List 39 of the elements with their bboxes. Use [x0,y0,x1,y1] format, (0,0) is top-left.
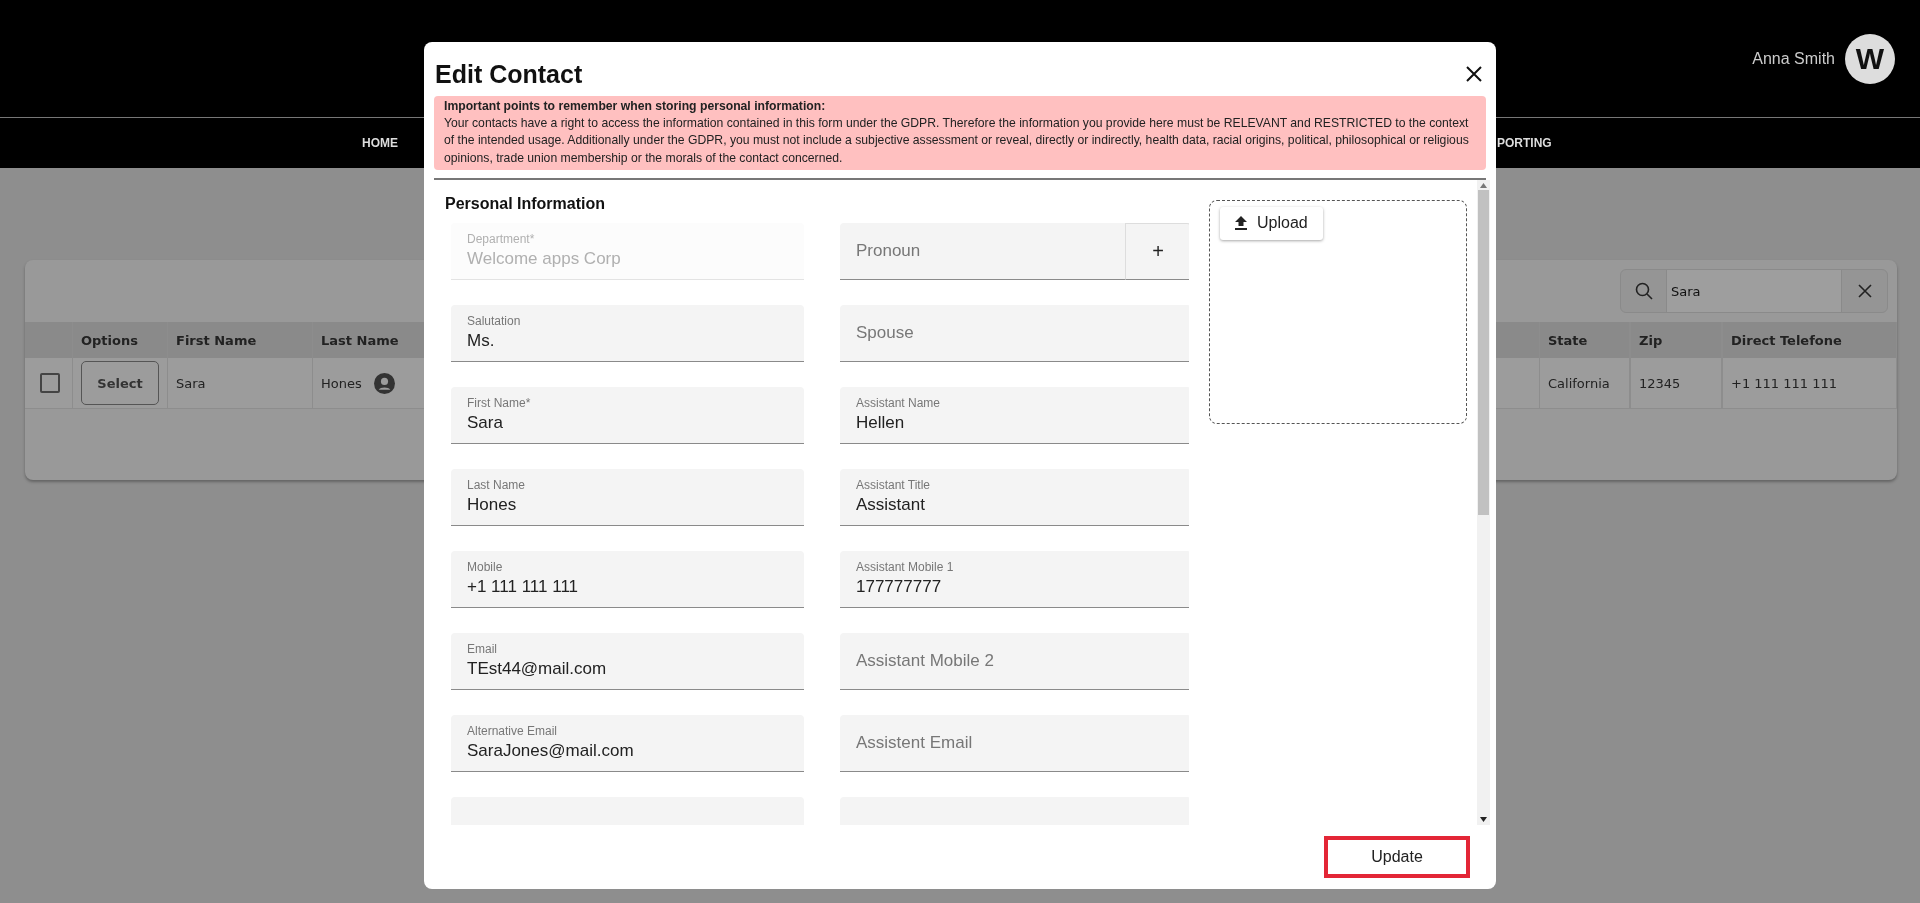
upload-dropzone[interactable]: Upload [1209,199,1467,424]
update-button[interactable]: Update [1324,836,1470,878]
select-button[interactable]: Select [81,361,159,405]
search-icon[interactable] [1634,282,1653,300]
nav-link[interactable]: PORTING [1497,136,1552,150]
input-field[interactable]: Assistant Title Assistant [840,468,1189,526]
add-button[interactable]: + [1125,222,1189,280]
upload-icon [1235,216,1247,231]
search-field[interactable]: Sara [1620,269,1888,313]
table-cell: California [1539,358,1630,408]
input-field[interactable]: Assistant Mobile 1 177777777 [840,550,1189,608]
input-field[interactable]: Spouse [840,304,1189,362]
table-cell: Hones [321,375,362,391]
table-cell: +1 111 111 111 [1722,358,1897,408]
input-field[interactable]: Last Name Hones [451,468,804,526]
arrow-down-icon[interactable] [1480,817,1487,822]
close-icon[interactable] [1466,66,1482,82]
row-checkbox[interactable] [40,373,60,393]
user-name: Anna Smith [1752,49,1835,68]
dialog-title: Edit Contact [435,59,583,89]
upload-button[interactable]: Upload [1220,206,1323,240]
input-field[interactable]: First Name* Sara [451,386,804,444]
table-cell: 12345 [1630,358,1722,408]
input-field[interactable]: Mobile +1 111 111 111 [451,550,804,608]
warning-text: Your contacts have a right to access the information contained in this form under the GDPR. Therefore the information you provide here must be RELEVANT and RESTRICTED to the context of the intended usage. Additionally under the GDPR, you must not include a subjective assessment or reveal, directly or indirectly, health data, racial origins, political, philosophical or religious opinions, trade union membership or the morals of the contact concerned. [444,116,1469,165]
input-field[interactable]: Assistent Email [840,714,1189,772]
input-field[interactable]: Assistant Mobile 2 [840,632,1189,690]
input-field[interactable]: Email TEst44@mail.com [451,632,804,690]
input-field[interactable]: Alternative Email SaraJones@mail.com [451,714,804,772]
input-field[interactable]: Assistant Name Hellen [840,386,1189,444]
table-cell: Sara [168,358,313,408]
avatar[interactable]: W [1845,33,1895,84]
arrow-up-icon[interactable] [1480,182,1487,188]
warning-heading: Important points to remember when storing personal information: [444,98,827,115]
nav-link[interactable]: HOME [362,136,398,150]
section-heading: Personal Information [445,194,607,214]
person-icon[interactable] [373,372,395,394]
input-field[interactable]: Salutation Ms. [451,304,804,362]
input-field[interactable]: Pronoun [840,222,1125,280]
